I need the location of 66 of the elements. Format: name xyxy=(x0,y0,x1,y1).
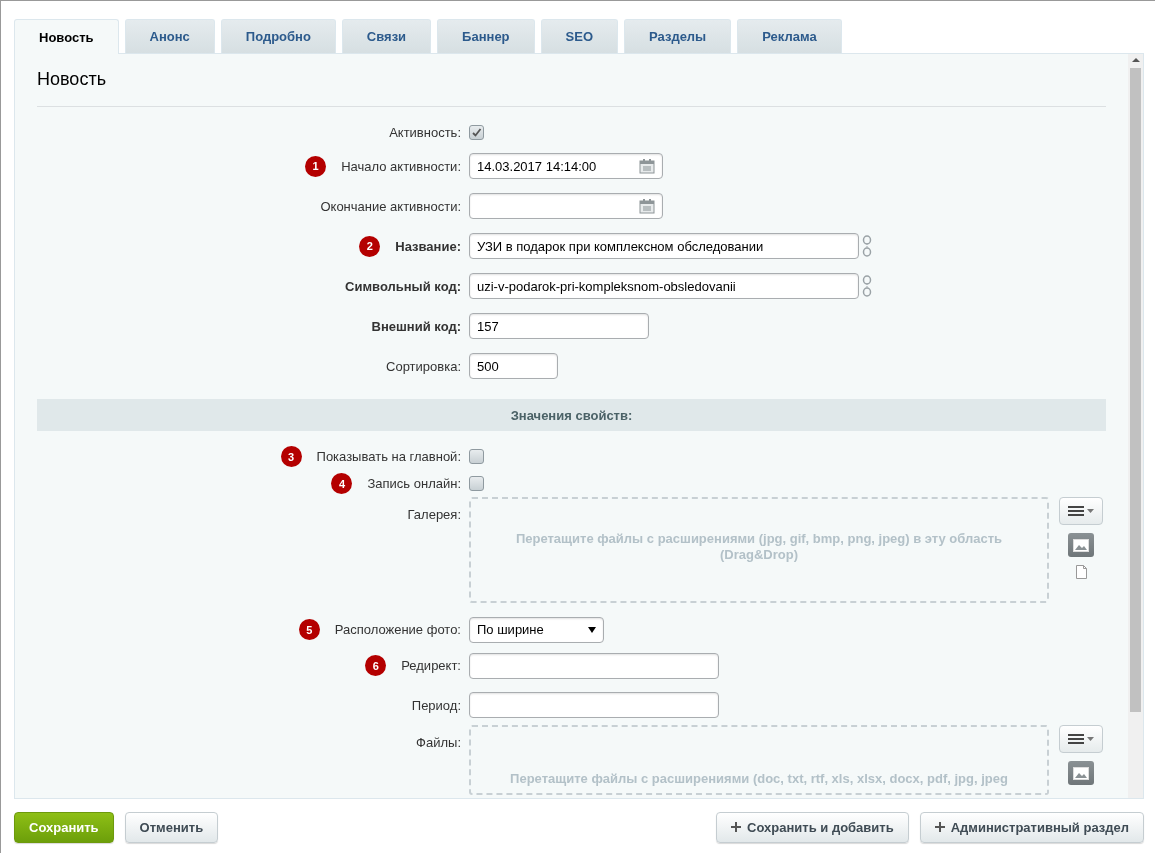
menu-button[interactable] xyxy=(1059,497,1103,525)
drop-hint: Перетащите файлы с расширениями (jpg, gif, bmp, png, jpeg) в эту область (Drag&Drop) xyxy=(514,531,1004,563)
checkbox[interactable] xyxy=(469,476,484,491)
number-badge: 4 xyxy=(331,473,353,494)
text-field[interactable]: 157 xyxy=(469,313,649,339)
calendar-icon[interactable] xyxy=(639,158,655,174)
chain-link-icon[interactable] xyxy=(862,275,872,297)
number-badge: 3 xyxy=(280,446,302,467)
tab[interactable]: Связи xyxy=(341,19,432,53)
tab[interactable]: SEO xyxy=(540,19,619,53)
tab[interactable]: Баннер xyxy=(437,19,535,53)
number-badge: 6 xyxy=(365,655,387,676)
image-button[interactable] xyxy=(1068,533,1094,557)
tab[interactable]: Анонс xyxy=(124,19,215,53)
date-field[interactable] xyxy=(469,193,663,219)
image-icon xyxy=(1073,766,1089,780)
image-icon xyxy=(1073,538,1089,552)
section-header: Значения свойств: xyxy=(37,399,1106,431)
add-button[interactable]: Сохранить и добавить xyxy=(716,811,909,843)
field-label: Окончание активности: xyxy=(320,198,461,214)
checkbox[interactable] xyxy=(469,125,484,140)
plus-icon xyxy=(934,822,945,832)
text-field[interactable]: uzi-v-podarok-pri-kompleksnom-obsledovanii xyxy=(469,273,859,299)
tab[interactable]: Разделы xyxy=(624,19,732,53)
tab[interactable]: Новость xyxy=(14,19,119,54)
field-label: Символьный код: xyxy=(345,278,461,294)
file-icon[interactable] xyxy=(1075,565,1087,579)
caret-icon xyxy=(1087,737,1094,741)
chain-link-icon[interactable] xyxy=(862,235,872,257)
field-label: Показывать на главной: xyxy=(316,449,461,464)
calendar-icon[interactable] xyxy=(639,198,655,214)
menu-button[interactable] xyxy=(1059,725,1103,753)
field-label: Внешний код: xyxy=(371,318,461,334)
field-label: Период: xyxy=(411,697,461,713)
select-field[interactable]: По ширине xyxy=(469,616,604,643)
dropdown-arrow-icon xyxy=(588,626,596,633)
image-button[interactable] xyxy=(1068,761,1094,785)
menu-icon xyxy=(1068,734,1084,744)
field-label: Галерея: xyxy=(407,507,461,522)
text-field[interactable] xyxy=(469,692,719,718)
field-label: Название: xyxy=(395,238,461,254)
cancel-button[interactable]: Отменить xyxy=(124,811,219,843)
text-field[interactable]: 500 xyxy=(469,353,558,379)
field-label: Запись онлайн: xyxy=(367,476,461,491)
field-label: Файлы: xyxy=(416,735,461,750)
number-badge: 2 xyxy=(359,235,381,257)
text-field[interactable]: УЗИ в подарок при комплексном обследовании xyxy=(469,233,859,259)
scrollbar[interactable] xyxy=(1128,54,1143,798)
text-field[interactable] xyxy=(469,652,719,679)
field-label: Активность: xyxy=(389,125,461,140)
number-badge: 5 xyxy=(298,619,320,640)
section-title: Новость xyxy=(37,54,1106,107)
tab[interactable]: Реклама xyxy=(737,19,842,53)
menu-icon xyxy=(1068,506,1084,516)
field-label: Редирект: xyxy=(401,658,461,673)
checkbox[interactable] xyxy=(469,449,484,464)
caret-icon xyxy=(1087,509,1094,513)
field-label: Сортировка: xyxy=(386,358,461,374)
field-label: Начало активности: xyxy=(341,158,461,174)
date-field[interactable]: 14.03.2017 14:14:00 xyxy=(469,153,663,179)
number-badge: 1 xyxy=(305,155,327,177)
plus-icon xyxy=(731,822,742,832)
field-label: Расположение фото: xyxy=(334,622,461,637)
drop-hint: Перетащите файлы с расширениями (doc, txt, rtf, xls, xlsx, docx, pdf, jpg, jpeg xyxy=(510,771,1008,787)
tab[interactable]: Подробно xyxy=(220,19,336,53)
add-button[interactable]: Административный раздел xyxy=(919,811,1144,843)
